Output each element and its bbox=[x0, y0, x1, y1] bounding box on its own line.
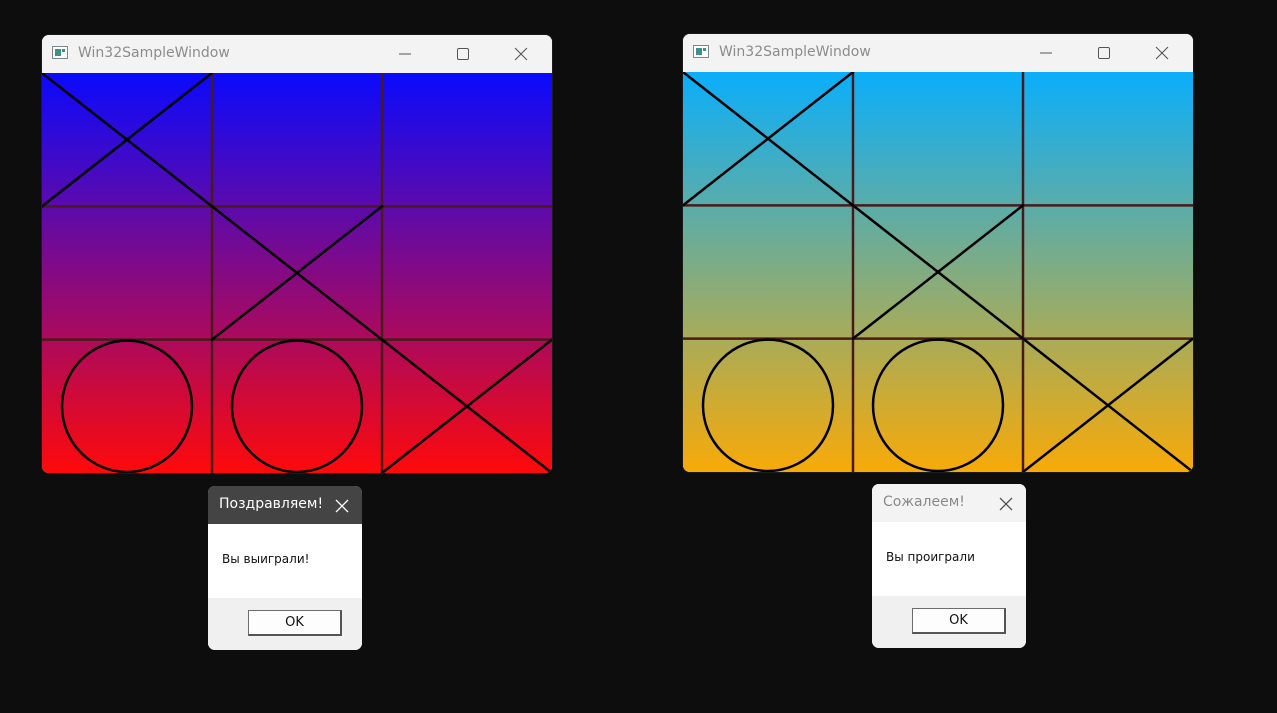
board-cell-0-2[interactable] bbox=[1023, 72, 1193, 205]
maximize-button[interactable] bbox=[1075, 34, 1133, 72]
board-cell-0-1[interactable] bbox=[212, 73, 382, 206]
window-title: Win32SampleWindow bbox=[78, 45, 230, 61]
dialog-footer: OK bbox=[208, 598, 362, 650]
app-window-icon bbox=[693, 45, 709, 58]
close-button[interactable] bbox=[999, 496, 1013, 511]
close-icon bbox=[514, 47, 528, 61]
tic-tac-toe-board[interactable] bbox=[683, 72, 1193, 472]
close-button[interactable] bbox=[1133, 34, 1191, 72]
dialog-message: Вы проиграли bbox=[886, 550, 975, 564]
dialog-title: Сожалеем! bbox=[883, 494, 965, 510]
dialog-titlebar[interactable]: Сожалеем! bbox=[872, 484, 1026, 522]
board-cell-2-1[interactable] bbox=[212, 340, 382, 473]
dialog-footer: OK bbox=[872, 596, 1026, 648]
tic-tac-toe-board[interactable] bbox=[42, 73, 552, 473]
window-titlebar[interactable]: Win32SampleWindow bbox=[683, 34, 1193, 72]
close-button[interactable] bbox=[335, 498, 349, 513]
dialog-body: Вы проиграли bbox=[872, 522, 1026, 596]
close-button[interactable] bbox=[492, 35, 550, 73]
close-icon bbox=[1155, 46, 1169, 60]
win-dialog: Поздравляем! Вы выиграли! OK bbox=[208, 486, 362, 650]
board-cell-0-2[interactable] bbox=[382, 73, 552, 206]
dialog-message: Вы выиграли! bbox=[222, 552, 310, 566]
app-window-icon bbox=[52, 46, 68, 59]
minimize-button[interactable] bbox=[376, 35, 434, 73]
close-icon bbox=[999, 497, 1013, 511]
board-cell-0-1[interactable] bbox=[853, 72, 1023, 205]
window-title: Win32SampleWindow bbox=[719, 44, 871, 60]
minimize-button[interactable] bbox=[1017, 34, 1075, 72]
maximize-button[interactable] bbox=[434, 35, 492, 73]
board-cell-1-0[interactable] bbox=[683, 205, 853, 338]
board-cell-2-0[interactable] bbox=[683, 339, 853, 472]
maximize-icon bbox=[457, 48, 469, 60]
board-cell-1-0[interactable] bbox=[42, 206, 212, 339]
dialog-body: Вы выиграли! bbox=[208, 524, 362, 598]
game-window-win: Win32SampleWindow bbox=[42, 35, 552, 473]
board-cell-1-2[interactable] bbox=[382, 206, 552, 339]
dialog-titlebar[interactable]: Поздравляем! bbox=[208, 486, 362, 524]
ok-button[interactable]: OK bbox=[912, 608, 1006, 634]
game-window-lose: Win32SampleWindow bbox=[683, 34, 1193, 472]
close-icon bbox=[335, 499, 349, 513]
minimize-icon bbox=[1040, 52, 1052, 54]
ok-button[interactable]: OK bbox=[248, 610, 342, 636]
lose-dialog: Сожалеем! Вы проиграли OK bbox=[872, 484, 1026, 648]
board-cell-1-2[interactable] bbox=[1023, 205, 1193, 338]
minimize-icon bbox=[399, 53, 411, 55]
board-cell-2-1[interactable] bbox=[853, 339, 1023, 472]
board-canvas bbox=[42, 73, 552, 473]
dialog-title: Поздравляем! bbox=[219, 496, 324, 512]
board-cell-2-0[interactable] bbox=[42, 340, 212, 473]
window-titlebar[interactable]: Win32SampleWindow bbox=[42, 35, 552, 73]
board-canvas bbox=[683, 72, 1193, 472]
maximize-icon bbox=[1098, 47, 1110, 59]
